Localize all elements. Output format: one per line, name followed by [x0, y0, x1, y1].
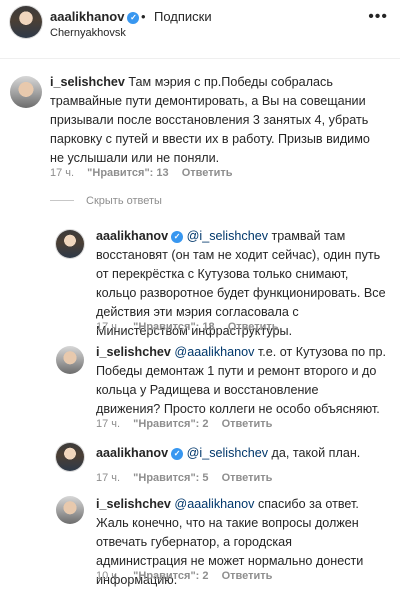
- reply-time[interactable]: 10 ч.: [96, 570, 120, 582]
- verified-badge-icon: ✓: [171, 448, 184, 460]
- author-username[interactable]: aaalikhanov ✓: [50, 9, 140, 24]
- verified-badge-icon: ✓: [127, 12, 140, 24]
- reply-time[interactable]: 17 ч.: [96, 418, 120, 430]
- hide-replies-label: Скрыть ответы: [86, 195, 162, 207]
- reply-meta: 17 ч. "Нравится": 5 Ответить: [96, 472, 282, 484]
- comment-body: i_selishchev Там мэрия с пр.Победы собра…: [50, 73, 380, 168]
- reply-avatar[interactable]: [56, 443, 84, 471]
- reply-item: i_selishchev @aaalikhanov т.е. от Кутузо…: [96, 343, 386, 419]
- reply-avatar[interactable]: [56, 230, 84, 258]
- reply-likes[interactable]: "Нравится": 2: [133, 570, 208, 582]
- comment-time[interactable]: 17 ч.: [50, 167, 74, 179]
- reply-time[interactable]: 17 ч.: [96, 321, 120, 333]
- following-button[interactable]: Подписки: [154, 9, 212, 24]
- comment-likes[interactable]: "Нравится": 13: [87, 167, 168, 179]
- reply-text: да, такой план.: [271, 446, 361, 460]
- reply-mention[interactable]: @i_selishchev: [187, 446, 268, 460]
- reply-likes[interactable]: "Нравится": 2: [133, 418, 208, 430]
- more-options-icon[interactable]: •••: [368, 8, 388, 26]
- reply-meta: 17 ч. "Нравится": 18 Ответить: [96, 321, 289, 333]
- comment-username[interactable]: i_selishchev: [50, 75, 125, 89]
- comment-meta: 17 ч. "Нравится": 13 Ответить: [50, 167, 243, 179]
- reply-avatar[interactable]: [56, 346, 84, 374]
- author-avatar[interactable]: [10, 6, 42, 38]
- reply-item: aaalikhanov ✓ @i_selishchev да, такой пла…: [96, 444, 386, 463]
- comment-reply-button[interactable]: Ответить: [182, 167, 233, 179]
- location-link[interactable]: Chernyakhovsk: [50, 27, 126, 39]
- reply-mention[interactable]: @aaalikhanov: [174, 497, 254, 511]
- reply-likes[interactable]: "Нравится": 18: [133, 321, 214, 333]
- reply-meta: 10 ч. "Нравится": 2 Ответить: [96, 570, 282, 582]
- post-header: aaalikhanov ✓ • Подписки Chernyakhovsk ••…: [0, 0, 400, 48]
- header-divider: [0, 58, 400, 59]
- reply-reply-button[interactable]: Ответить: [222, 570, 273, 582]
- reply-time[interactable]: 17 ч.: [96, 472, 120, 484]
- reply-likes[interactable]: "Нравится": 5: [133, 472, 208, 484]
- verified-badge-icon: ✓: [171, 231, 184, 243]
- separator-dot: •: [141, 9, 146, 24]
- reply-avatar[interactable]: [56, 496, 84, 524]
- reply-body: i_selishchev @aaalikhanov т.е. от Кутузо…: [96, 343, 386, 419]
- reply-username[interactable]: aaalikhanov: [96, 229, 168, 243]
- reply-reply-button[interactable]: Ответить: [228, 321, 279, 333]
- comment-item: i_selishchev Там мэрия с пр.Победы собра…: [50, 73, 380, 168]
- reply-username[interactable]: i_selishchev: [96, 497, 171, 511]
- reply-username[interactable]: i_selishchev: [96, 345, 171, 359]
- reply-reply-button[interactable]: Ответить: [222, 472, 273, 484]
- author-username-text[interactable]: aaalikhanov: [50, 9, 124, 24]
- hide-replies-button[interactable]: Скрыть ответы: [50, 195, 162, 207]
- reply-mention[interactable]: @aaalikhanov: [174, 345, 254, 359]
- commenter-avatar[interactable]: [10, 76, 42, 108]
- reply-username[interactable]: aaalikhanov: [96, 446, 168, 460]
- reply-body: aaalikhanov ✓ @i_selishchev да, такой пла…: [96, 444, 386, 463]
- replies-line: [50, 200, 74, 201]
- reply-mention[interactable]: @i_selishchev: [187, 229, 268, 243]
- reply-meta: 17 ч. "Нравится": 2 Ответить: [96, 418, 282, 430]
- reply-reply-button[interactable]: Ответить: [222, 418, 273, 430]
